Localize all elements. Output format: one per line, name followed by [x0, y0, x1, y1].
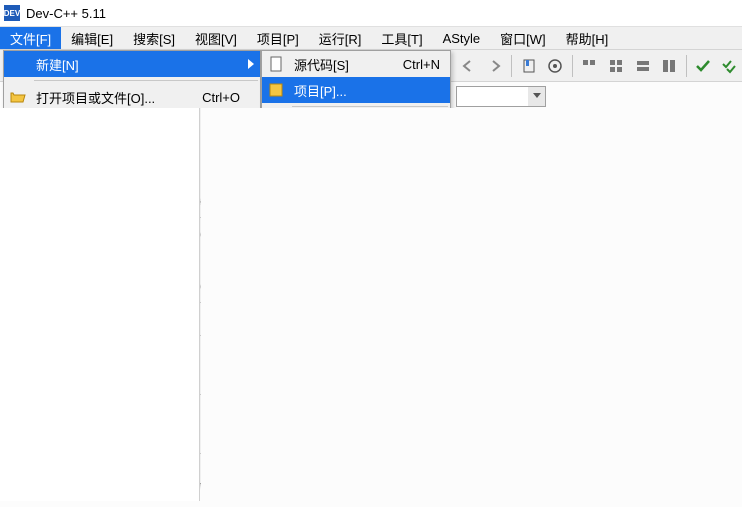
toolbar-grid3-icon[interactable] [630, 53, 655, 79]
menu-open-label: 打开项目或文件[O]... [32, 88, 202, 107]
submenu-project-label: 项目[P]... [290, 81, 450, 100]
toolbar-grid1-icon[interactable] [577, 53, 602, 79]
source-file-icon [262, 56, 290, 72]
toolbar-sep [572, 55, 573, 77]
menu-run[interactable]: 运行[R] [309, 27, 372, 49]
menu-edit[interactable]: 编辑[E] [61, 27, 123, 49]
toolbar-bookmark-icon[interactable] [516, 53, 541, 79]
menu-window[interactable]: 窗口[W] [490, 27, 556, 49]
submenu-source[interactable]: 源代码[S] Ctrl+N [262, 51, 450, 77]
menu-separator [292, 106, 448, 107]
project-icon [262, 82, 290, 98]
toolbar-back-icon[interactable] [456, 53, 481, 79]
submenu-source-label: 源代码[S] [290, 55, 403, 74]
menu-separator [34, 80, 258, 81]
menu-project[interactable]: 项目[P] [247, 27, 309, 49]
folder-open-icon [4, 89, 32, 105]
menu-open-shortcut: Ctrl+O [202, 90, 260, 105]
submenu-source-shortcut: Ctrl+N [403, 57, 450, 72]
menubar: 文件[F] 编辑[E] 搜索[S] 视图[V] 项目[P] 运行[R] 工具[T… [0, 26, 742, 50]
toolbar-grid2-icon[interactable] [603, 53, 628, 79]
combo-box[interactable] [456, 86, 546, 107]
submenu-project[interactable]: 项目[P]... [262, 77, 450, 103]
menu-help[interactable]: 帮助[H] [556, 27, 619, 49]
editor-area [201, 108, 742, 507]
menu-file[interactable]: 文件[F] [0, 27, 61, 49]
submenu-arrow-icon [248, 59, 254, 69]
app-title: Dev-C++ 5.11 [26, 6, 106, 21]
menu-new-label: 新建[N] [32, 55, 260, 74]
toolbar-goto-icon[interactable] [543, 53, 568, 79]
menu-new[interactable]: 新建[N] [4, 51, 260, 77]
menu-astyle[interactable]: AStyle [433, 27, 491, 49]
chevron-down-icon [528, 87, 545, 106]
sidebar-panel [0, 108, 200, 501]
titlebar: DEV Dev-C++ 5.11 [0, 0, 742, 26]
app-icon: DEV [4, 5, 20, 21]
toolbar-checkall-icon[interactable] [717, 53, 742, 79]
menu-tools[interactable]: 工具[T] [371, 27, 432, 49]
toolbar-grid4-icon[interactable] [657, 53, 682, 79]
toolbar-sep [686, 55, 687, 77]
toolbar-sep [511, 55, 512, 77]
menu-view[interactable]: 视图[V] [185, 27, 247, 49]
toolbar-forward-icon[interactable] [483, 53, 508, 79]
menu-search[interactable]: 搜索[S] [123, 27, 185, 49]
menu-open[interactable]: 打开项目或文件[O]... Ctrl+O [4, 84, 260, 110]
toolbar-check-icon[interactable] [691, 53, 716, 79]
